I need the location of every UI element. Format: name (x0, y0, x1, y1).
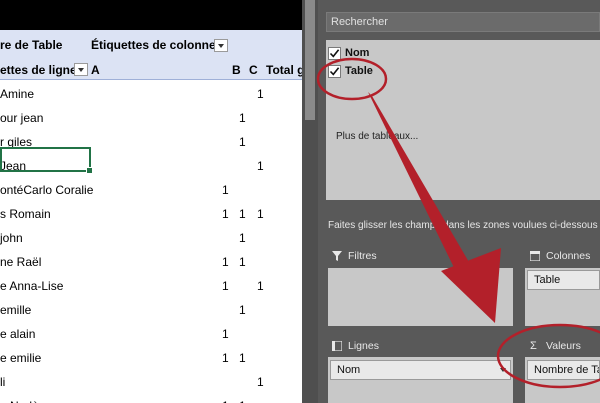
rows-zone-header: Lignes (332, 340, 452, 354)
rows-field-chip[interactable]: Nom (330, 360, 511, 380)
table-row: john 1 (0, 225, 302, 249)
field-search-input[interactable] (326, 12, 600, 32)
rows-drop-zone[interactable]: Nom (328, 357, 513, 403)
table-row: ne Raël 1 1 (0, 249, 302, 273)
table-row: s Romain 1 1 1 (0, 201, 302, 225)
row-label-cell[interactable]: ne Raël (0, 255, 41, 269)
row-label-cell[interactable]: e emilie (0, 351, 41, 365)
selected-cell[interactable] (0, 147, 93, 174)
values-chip-label: Nombre de Table (534, 364, 599, 376)
pivot-table-sheet: re de Table Étiquettes de colonnes ettes… (0, 0, 302, 403)
value-cell-total[interactable]: 1 (257, 87, 264, 101)
row-labels-header[interactable]: ettes de lignes (0, 63, 83, 77)
value-cell-b[interactable]: 1 (239, 399, 246, 403)
table-row: our jean 1 (0, 105, 302, 129)
value-cell-total[interactable]: 1 (257, 279, 264, 293)
table-row: ontéCarlo Coralie 1 (0, 177, 302, 201)
filter-icon (332, 251, 342, 261)
pivot-header-row: re de Table Étiquettes de colonnes (0, 30, 302, 60)
field-list: Nom Table Plus de tableaux... (326, 40, 600, 200)
rows-chip-label: Nom (337, 364, 361, 376)
value-cell-b[interactable]: 1 (239, 231, 246, 245)
value-cell-a[interactable]: 1 (222, 351, 229, 365)
row-label-cell[interactable]: emille (0, 303, 31, 317)
row-label-cell[interactable]: john (0, 231, 23, 245)
filters-title: Filtres (348, 250, 377, 262)
table-row: e Nadège 1 1 (0, 393, 302, 403)
value-cell-a[interactable]: 1 (222, 207, 229, 221)
table-row: e alain 1 (0, 321, 302, 345)
values-zone-header: Σ Valeurs (530, 340, 600, 354)
row-label-cell[interactable]: e alain (0, 327, 35, 341)
dropdown-arrow-icon[interactable] (500, 368, 506, 372)
columns-field-chip[interactable]: Table (527, 270, 600, 290)
table-row: li 1 (0, 369, 302, 393)
row-label-cell[interactable]: s Romain (0, 207, 51, 221)
column-header-b[interactable]: B (232, 63, 241, 77)
sheet-vertical-scrollbar[interactable] (302, 0, 318, 403)
values-field-chip[interactable]: Nombre de Table (527, 360, 600, 380)
columns-drop-zone[interactable]: Table (525, 268, 600, 326)
values-header-label[interactable]: re de Table (0, 38, 62, 52)
rows-title: Lignes (348, 340, 379, 352)
drag-instructions: Faites glisser les champs dans les zones… (328, 220, 600, 231)
filters-drop-zone[interactable] (328, 268, 513, 326)
value-cell-b[interactable]: 1 (239, 303, 246, 317)
value-cell-b[interactable]: 1 (239, 135, 246, 149)
value-cell-b[interactable]: 1 (239, 207, 246, 221)
more-tables-link[interactable]: Plus de tableaux... (336, 131, 418, 142)
filters-zone-header: Filtres (332, 250, 452, 264)
row-label-cell[interactable]: our jean (0, 111, 43, 125)
row-label-cell[interactable]: Amine (0, 87, 34, 101)
value-cell-total[interactable]: 1 (257, 159, 264, 173)
column-header-total[interactable]: Total g (266, 63, 302, 77)
value-cell-b[interactable]: 1 (239, 351, 246, 365)
field-label-table: Table (345, 65, 373, 77)
value-cell-b[interactable]: 1 (239, 255, 246, 269)
rows-icon (332, 341, 342, 351)
columns-zone-header: Colonnes (530, 250, 600, 264)
checkbox-checked-icon[interactable] (328, 65, 341, 78)
columns-icon (530, 251, 540, 261)
table-row: emille 1 (0, 297, 302, 321)
sigma-icon: Σ (530, 340, 537, 352)
pivot-subheader-row: ettes de lignes A B C Total g (0, 60, 302, 80)
value-cell-a[interactable]: 1 (222, 279, 229, 293)
sheet-top-bar (0, 0, 302, 30)
column-labels-dropdown-icon[interactable] (214, 39, 228, 52)
field-label-nom: Nom (345, 47, 370, 59)
row-label-cell[interactable]: li (0, 375, 5, 389)
value-cell-total[interactable]: 1 (257, 375, 264, 389)
columns-chip-label: Table (534, 274, 561, 286)
table-row: e emilie 1 1 (0, 345, 302, 369)
value-cell-a[interactable]: 1 (222, 399, 229, 403)
value-cell-total[interactable]: 1 (257, 207, 264, 221)
value-cell-a[interactable]: 1 (222, 255, 229, 269)
values-title: Valeurs (546, 340, 581, 352)
row-labels-dropdown-icon[interactable] (74, 63, 88, 76)
value-cell-a[interactable]: 1 (222, 327, 229, 341)
pivot-fields-pane: Nom Table Plus de tableaux... Faites gli… (318, 0, 600, 403)
values-drop-zone[interactable]: Nombre de Table (525, 357, 600, 403)
column-header-a[interactable]: A (91, 63, 100, 77)
checkbox-checked-icon[interactable] (328, 47, 341, 60)
row-label-cell[interactable]: e Anna-Lise (0, 279, 63, 293)
row-label-cell[interactable]: ontéCarlo Coralie (0, 183, 93, 197)
table-row: e Anna-Lise 1 1 (0, 273, 302, 297)
scrollbar-thumb[interactable] (305, 0, 315, 120)
value-cell-a[interactable]: 1 (222, 183, 229, 197)
value-cell-b[interactable]: 1 (239, 111, 246, 125)
column-header-c[interactable]: C (249, 63, 258, 77)
row-label-cell[interactable]: e Nadège (0, 399, 52, 403)
columns-title: Colonnes (546, 250, 591, 262)
table-row: Amine 1 (0, 81, 302, 105)
column-labels-header[interactable]: Étiquettes de colonnes (91, 38, 222, 52)
